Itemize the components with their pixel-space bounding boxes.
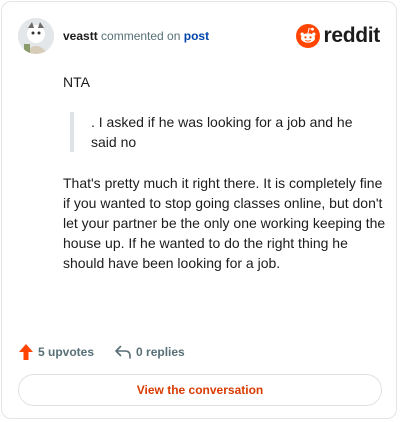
replies-button[interactable]: 0 replies xyxy=(114,344,185,360)
comment-header: veastt commented on post reddit xyxy=(18,18,380,54)
avatar[interactable] xyxy=(18,18,54,54)
embedded-comment-card: veastt commented on post reddit NTA . I … xyxy=(1,1,397,419)
upvote-button[interactable]: 5 upvotes xyxy=(18,343,94,361)
quote-text: . I asked if he was looking for a job an… xyxy=(91,114,353,150)
comment-paragraph: That's pretty much it right there. It is… xyxy=(63,175,386,271)
reply-count: 0 replies xyxy=(136,345,185,359)
upvote-arrow-icon xyxy=(18,343,34,361)
commented-on-text: commented on xyxy=(101,29,181,43)
reddit-snoo-icon xyxy=(296,24,321,48)
view-conversation-button[interactable]: View the conversation xyxy=(18,374,382,406)
reddit-wordmark: reddit xyxy=(323,24,380,47)
upvote-count: 5 upvotes xyxy=(38,345,95,359)
username[interactable]: veastt xyxy=(63,29,98,43)
reply-arrow-icon xyxy=(114,344,132,360)
comment-paragraph: NTA xyxy=(63,74,90,90)
comment-body: NTA . I asked if he was looking for a jo… xyxy=(63,72,389,273)
comment-actions: 5 upvotes 0 replies xyxy=(18,341,185,363)
reddit-logo[interactable]: reddit xyxy=(296,24,380,48)
byline: veastt commented on post xyxy=(63,29,209,43)
post-link[interactable]: post xyxy=(184,29,209,43)
blockquote: . I asked if he was looking for a job an… xyxy=(70,112,364,152)
